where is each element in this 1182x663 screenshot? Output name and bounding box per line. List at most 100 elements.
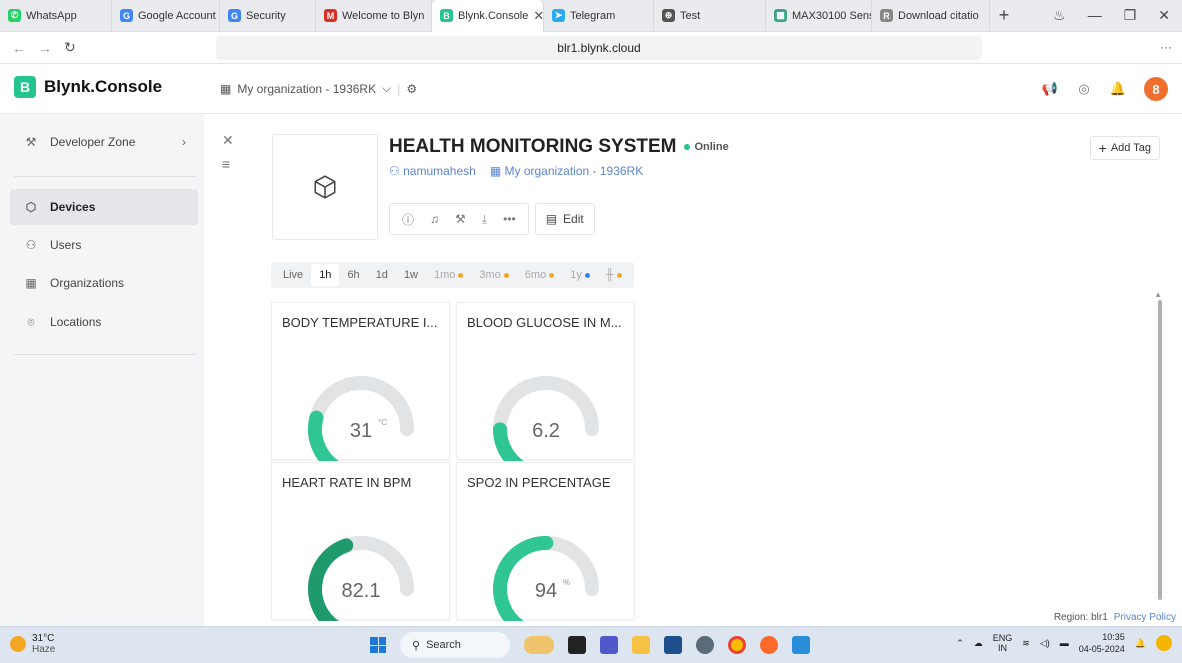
settings-gear-icon[interactable] — [696, 636, 714, 654]
avatar[interactable]: 8 — [1144, 77, 1168, 101]
clock[interactable]: 10:35 04-05-2024 — [1079, 631, 1125, 655]
time-range-option[interactable]: 1y — [562, 264, 598, 286]
scrollbar[interactable] — [1158, 300, 1162, 600]
browser-tab[interactable]: ➤ Telegram — [544, 0, 654, 32]
browser-tab[interactable]: ▦ MAX30100 Senso — [766, 0, 872, 32]
language-indicator[interactable]: ENG IN — [993, 633, 1013, 653]
add-tag-button[interactable]: + Add Tag — [1089, 136, 1160, 160]
browser-tab[interactable]: ✆ WhatsApp — [0, 0, 112, 32]
footer-links: Region: blr1 Privacy Policy — [1054, 612, 1176, 623]
copilot-icon[interactable] — [1156, 635, 1172, 651]
browser-tab[interactable]: M Welcome to Blyn — [316, 0, 432, 32]
hamburger-menu-icon[interactable]: ≡ — [222, 156, 230, 172]
flame-icon[interactable]: ♨ — [1053, 7, 1066, 24]
onedrive-cloud-icon[interactable]: ☁ — [974, 638, 983, 649]
brand-logo[interactable]: B Blynk.Console — [14, 76, 162, 98]
time-range-label: 1d — [375, 269, 388, 281]
more-icon[interactable]: ••• — [503, 212, 516, 226]
tab-title: MAX30100 Senso — [792, 9, 872, 22]
time-range-option[interactable]: Live — [275, 264, 311, 286]
blynk-logo-icon: B — [14, 76, 36, 98]
download-icon[interactable]: ⤓ — [482, 212, 487, 227]
organization-link[interactable]: ▦ My organization - 1936RK — [490, 164, 643, 178]
store-icon[interactable] — [664, 636, 682, 654]
browser-tab[interactable]: ⊕ Test — [654, 0, 766, 32]
users-icon: ⚇ — [25, 238, 37, 252]
org-selector-label: My organization - 1936RK — [237, 81, 377, 96]
vscode-icon[interactable] — [792, 636, 810, 654]
owner-link[interactable]: ⚇ namumahesh — [389, 164, 476, 178]
new-tab-button[interactable]: + — [990, 5, 1018, 26]
sidebar-item-developer-zone[interactable]: ⚒ Developer Zone › — [10, 124, 198, 160]
duckduckgo-icon[interactable] — [760, 636, 778, 654]
close-icon[interactable]: ✕ — [222, 132, 234, 149]
privacy-policy-link[interactable]: Privacy Policy — [1114, 612, 1176, 623]
teams-icon[interactable] — [600, 636, 618, 654]
time-range-option[interactable]: 1mo — [426, 264, 471, 286]
weather-widget[interactable]: 31°C Haze — [10, 633, 55, 655]
time-range-option[interactable]: 3mo — [471, 264, 516, 286]
tools-icon: ⚒ — [25, 135, 37, 149]
time-range-option[interactable]: 1d — [368, 264, 396, 286]
help-lifebuoy-icon[interactable]: ◎ — [1076, 81, 1092, 97]
chevron-up-icon[interactable]: ⌃ — [956, 638, 964, 649]
wifi-icon[interactable]: ≋ — [1022, 638, 1030, 649]
tools-icon[interactable]: ⚒ — [455, 212, 466, 226]
forward-arrow-icon[interactable]: → — [38, 40, 52, 56]
scroll-up-arrow-icon[interactable]: ▲ — [1154, 290, 1162, 299]
minimize-button[interactable]: — — [1088, 7, 1102, 24]
time-range-label: 6mo — [524, 269, 547, 281]
file-explorer-icon[interactable] — [632, 636, 650, 654]
reload-icon[interactable]: ↻ — [64, 39, 76, 56]
volume-icon[interactable]: ◁) — [1040, 638, 1050, 649]
sidebar-item-locations[interactable]: ⌾ Locations — [10, 304, 198, 340]
org-selector[interactable]: ▦ My organization - 1936RK ⌵ | ⚙ — [220, 81, 417, 96]
time-range-label: ╫ — [605, 269, 614, 281]
windows-start-icon[interactable] — [370, 637, 386, 653]
add-tag-label: Add Tag — [1110, 142, 1151, 154]
premium-dot-icon — [503, 272, 509, 278]
bell-icon[interactable]: ♫ — [430, 212, 439, 226]
task-view-icon[interactable] — [568, 636, 586, 654]
browser-tab[interactable]: G Security — [220, 0, 316, 32]
time-range-option[interactable]: 6h — [339, 264, 367, 286]
close-window-button[interactable]: ✕ — [1158, 7, 1170, 24]
org-settings-gear-icon[interactable]: ⚙ — [406, 82, 417, 96]
gauge-chart: 6.2025 — [493, 375, 599, 461]
tab-title: Telegram — [570, 9, 616, 22]
info-icon[interactable]: ⓘ — [402, 211, 414, 228]
announcement-icon[interactable]: 📢 — [1042, 81, 1058, 97]
chrome-icon[interactable] — [728, 636, 746, 654]
sidebar-item-users[interactable]: ⚇ Users — [10, 227, 198, 263]
gauge-chart: 94%0150 — [493, 535, 599, 621]
notification-bell-icon[interactable]: 🔔 — [1110, 81, 1126, 97]
gauge-widget[interactable]: HEART RATE IN BPM 82.10150 — [271, 462, 450, 621]
maximize-button[interactable]: ❐ — [1124, 7, 1137, 24]
browser-tab[interactable]: G Google Account — [112, 0, 220, 32]
sidebar-item-label: Organizations — [50, 276, 125, 290]
browser-tab[interactable]: R Download citatio — [872, 0, 990, 32]
battery-icon[interactable]: ▬ — [1060, 638, 1069, 648]
url-field[interactable]: blr1.blynk.cloud — [216, 36, 982, 60]
gauge-widget[interactable]: SPO2 IN PERCENTAGE 94%0150 — [456, 462, 635, 621]
gauge-widget[interactable]: BLOOD GLUCOSE IN M... 6.2025 — [456, 302, 635, 461]
sidebar-item-organizations[interactable]: ▦ Organizations — [10, 265, 198, 301]
edit-button[interactable]: ▤ Edit — [534, 203, 595, 235]
back-arrow-icon[interactable]: ← — [12, 40, 26, 56]
time-range-option[interactable]: 1h — [311, 264, 340, 286]
time-range-option[interactable]: ╫ — [598, 264, 630, 286]
sidebar-item-label: Locations — [50, 315, 102, 329]
taskbar-search-label: Search — [426, 639, 461, 651]
more-menu-icon[interactable]: ··· — [1160, 40, 1172, 54]
time-range-option[interactable]: 6mo — [517, 264, 562, 286]
taskbar-search[interactable]: ⚲ Search — [400, 632, 510, 658]
search-icon: ⚲ — [412, 639, 421, 652]
widgets-icon[interactable] — [524, 636, 554, 654]
clock-date: 04-05-2024 — [1078, 644, 1125, 654]
browser-tab[interactable]: B Blynk.Console ✕ — [432, 0, 544, 32]
time-range-option[interactable]: 1w — [396, 264, 426, 286]
gauge-widget[interactable]: BODY TEMPERATURE I...31°C0100 — [271, 302, 450, 461]
close-tab-icon[interactable]: ✕ — [533, 8, 543, 24]
sidebar-item-devices[interactable]: ⬡ Devices — [10, 189, 198, 225]
notification-bell-icon[interactable]: 🔔 — [1135, 638, 1146, 649]
